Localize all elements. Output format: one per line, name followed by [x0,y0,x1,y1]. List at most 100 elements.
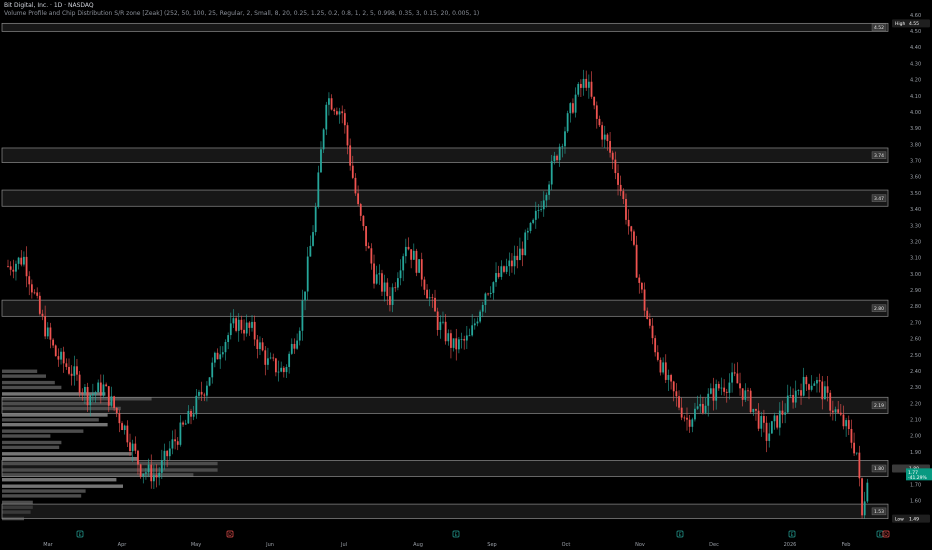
candle-body [15,263,17,272]
time-axis-tick: Apr [118,542,128,548]
candle-body [691,419,694,427]
candle-body [57,356,60,360]
volume-profile-bar [2,478,117,482]
candle-body [542,200,545,210]
candle-body [577,83,580,95]
candle-body [158,472,161,478]
candle-body [579,83,582,88]
candle-body [341,111,344,114]
event-marker-letter: E [791,532,794,538]
candle-body [521,248,524,256]
candle-body [595,105,598,119]
candle-body [434,297,436,312]
candle-body [601,125,604,140]
candle-body [30,284,33,293]
candle-body [500,266,503,277]
candle-body [476,321,479,324]
candle-body [572,103,574,113]
candle-body [264,350,267,365]
candle-body [152,475,155,482]
candle-body [248,322,251,328]
candle-body [44,316,47,337]
candle-body [702,403,704,413]
candle-body [818,380,821,382]
candle-body [824,386,826,400]
candle-body [845,420,848,427]
candle-body [696,406,699,409]
candle-body [614,159,617,174]
candle-body [739,383,741,389]
candle-body [375,274,378,284]
candle-body [603,134,606,140]
candle-body [253,321,256,340]
candle-body [778,410,781,428]
candle-body [590,81,593,97]
volume-profile-bar [2,452,132,456]
candle-body [285,366,288,373]
candle-body [842,414,845,427]
candle-body [736,373,739,384]
candle-body [227,335,230,342]
candle-body [553,155,556,162]
candle-body [473,323,476,326]
candle-body [585,78,588,88]
candle-body [545,194,548,201]
candle-body [532,219,535,223]
candle-body [145,472,147,474]
candle-body [452,338,455,348]
candle-body [176,441,179,445]
candle-body [235,318,237,331]
candle-body [391,287,394,305]
volume-profile [2,369,218,521]
candle-body [121,423,123,431]
candle-body [370,248,373,264]
candle-body [627,219,630,227]
candle-body [115,407,118,414]
price-axis-tick: 4.20 [910,78,921,84]
candle-body [232,318,235,324]
price-axis-tick: 3.30 [910,223,921,229]
candle-body [182,422,184,425]
price-axis-tick: 2.10 [910,418,921,424]
candle-body [518,248,521,261]
candle-body [709,388,712,394]
candle-body [633,231,635,245]
candle-body [439,321,442,330]
candle-body [675,391,678,397]
candle-body [816,380,818,384]
candle-body [450,333,452,348]
price-axis-tick: 3.90 [910,126,921,132]
candle-body [786,395,789,413]
candle-body [168,448,171,457]
sr-zone-label: 1.53 [874,509,884,515]
candle-body [288,353,291,367]
candle-body [489,292,492,295]
price-axis-tick: 1.90 [910,450,921,456]
candle-body [789,394,792,396]
candle-body [73,366,76,376]
candle-body [680,407,683,418]
candle-body [792,394,794,403]
candle-body [107,386,110,406]
candles [7,69,869,519]
candle-body [373,263,375,284]
candle-body [715,383,718,401]
candle-body [160,460,163,473]
candle-body [328,98,330,105]
candle-body [455,338,458,350]
candle-body [317,172,320,207]
event-marker-letter: D [228,532,232,538]
candle-body [561,146,564,148]
candle-body [330,98,333,110]
candle-body [548,184,550,195]
candle-body [720,387,723,389]
candle-body [694,408,696,420]
high-tag-value: 4.55 [909,21,919,27]
candle-body [794,390,797,403]
price-chart[interactable]: 4.52 3.74 3.47 2.80 2.19 1.80 1.53 4.60 4.50 4.4… [0,0,932,550]
price-axis-tick: 3.00 [910,272,921,278]
volume-profile-bar [2,434,51,438]
candle-body [686,417,688,420]
candle-body [688,419,691,427]
candle-body [431,297,434,299]
